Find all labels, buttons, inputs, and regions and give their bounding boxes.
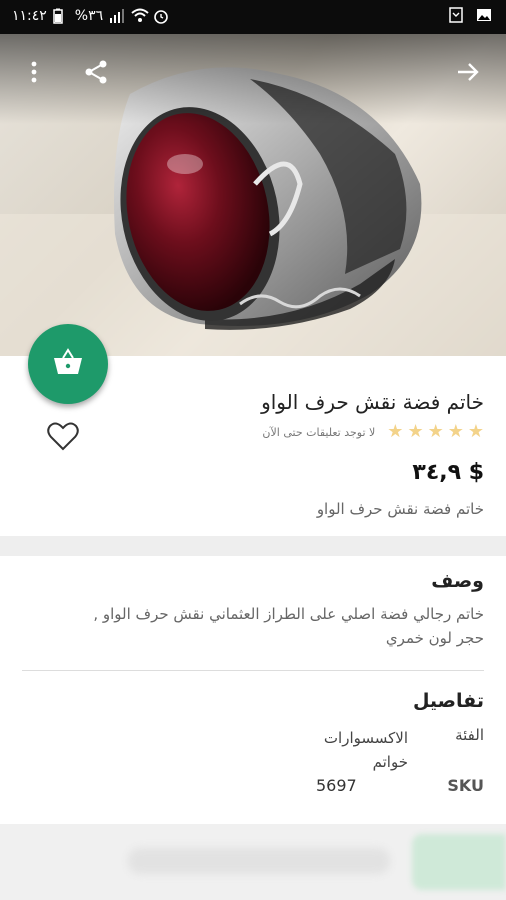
status-time: ١١:٤٢ [12, 8, 47, 24]
share-icon[interactable] [82, 58, 110, 86]
star-icon: ★ [387, 421, 404, 442]
signal-icon [109, 8, 125, 24]
add-to-cart-button[interactable] [28, 324, 108, 404]
alarm-icon [153, 8, 169, 24]
star-icon: ★ [447, 421, 464, 442]
star-icon: ★ [467, 421, 484, 442]
buy-button[interactable] [412, 834, 506, 890]
forward-arrow-icon[interactable] [454, 58, 482, 86]
product-title: خاتم فضة نقش حرف الواو [261, 390, 484, 414]
more-vert-icon[interactable] [20, 58, 48, 86]
image-icon [476, 7, 492, 23]
description-text: خاتم رجالي فضة اصلي على الطراز العثماني … [93, 605, 484, 647]
category-value-sub[interactable]: خواتم [324, 750, 408, 774]
basket-icon [52, 348, 84, 380]
status-battery-percent: %٣٦ [74, 8, 104, 24]
sku-label: SKU [447, 776, 484, 795]
status-bar: ١١:٤٢ %٣٦ [0, 0, 506, 34]
category-value-main: الاكسسوارات [323, 729, 408, 747]
category-label: الفئة [455, 726, 484, 744]
heart-icon[interactable] [46, 420, 80, 454]
divider [22, 670, 484, 671]
sku-value: 5697 [316, 776, 357, 795]
screenshot-icon [448, 7, 464, 23]
description-heading: وصف [431, 570, 484, 592]
quantity-bar[interactable] [128, 848, 390, 874]
star-icon: ★ [427, 421, 444, 442]
details-heading: تفاصيل [412, 690, 484, 712]
status-bar-right [448, 7, 492, 23]
wifi-icon [131, 8, 149, 24]
star-icon: ★ [407, 421, 424, 442]
hero-gradient [0, 34, 506, 124]
details-card: وصف خاتم رجالي فضة اصلي على الطراز العثم… [0, 556, 506, 824]
product-price: $ ٣٤,٩ [412, 460, 484, 485]
product-image[interactable] [0, 34, 506, 356]
rating-row: ★ ★ ★ ★ ★ لا توجد تعليقات حتى الآن [262, 423, 484, 441]
category-value: الاكسسوارات خواتم [324, 726, 408, 774]
product-short-description: خاتم فضة نقش حرف الواو [316, 500, 484, 518]
battery-icon [53, 8, 69, 24]
bottom-action-bar [0, 824, 506, 900]
status-bar-left: ١١:٤٢ %٣٦ [12, 8, 169, 24]
reviews-text: لا توجد تعليقات حتى الآن [262, 425, 376, 439]
